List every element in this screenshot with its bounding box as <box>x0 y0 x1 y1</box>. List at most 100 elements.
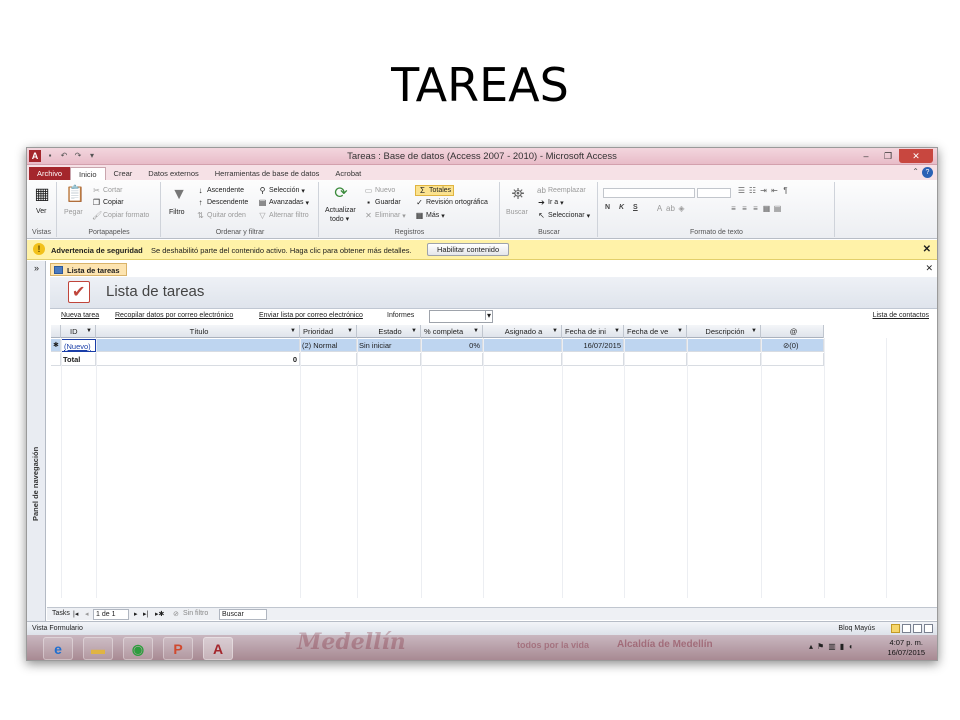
select-all-cell[interactable] <box>51 325 61 338</box>
tab-crear[interactable]: Crear <box>106 167 141 180</box>
nueva-tarea-link[interactable]: Nueva tarea <box>61 312 99 319</box>
actualizar-todo-label[interactable]: todo ▾ <box>330 215 349 224</box>
color-buttons[interactable]: Aab ◈ <box>655 204 686 213</box>
maximize-icon[interactable]: ❐ <box>877 149 899 163</box>
ascendente-button[interactable]: ↓ Ascendente <box>196 186 244 195</box>
expand-pane-icon[interactable]: » <box>27 263 46 273</box>
col-adjuntos[interactable]: @ <box>761 325 824 338</box>
refresh-icon[interactable]: ⟳ <box>330 183 352 205</box>
reemplazar-button[interactable]: ab Reemplazar <box>537 186 586 195</box>
pegar-button[interactable]: Pegar <box>64 209 83 216</box>
avanzadas-button[interactable]: ▤ Avanzadas ▾ <box>258 198 309 207</box>
revision-button[interactable]: ✓ Revisión ortográfica <box>415 198 488 207</box>
col-fecha-inicio[interactable]: Fecha de ini ▼ <box>562 325 624 338</box>
col-prioridad[interactable]: Prioridad ▼ <box>300 325 357 338</box>
totales-button[interactable]: Σ Totales <box>415 185 455 196</box>
new-record-row[interactable]: ✱ (Nuevo) (2) Normal Sin iniciar 0% 16/0… <box>51 339 824 352</box>
tab-acrobat[interactable]: Acrobat <box>327 167 369 180</box>
actualizar-button[interactable]: Actualizar <box>325 207 356 214</box>
no-filter-icon[interactable]: ⊘ <box>173 610 179 618</box>
align-buttons[interactable]: ≡ ≡ ≡ ▦ ▤ <box>729 204 782 213</box>
help-icon[interactable]: ? <box>922 167 933 178</box>
close-bar-icon[interactable]: ✕ <box>923 244 931 255</box>
ir-a-button[interactable]: ➔ Ir a ▾ <box>537 198 564 207</box>
document-tab[interactable]: Lista de tareas <box>50 263 127 276</box>
layout-view-icon[interactable] <box>913 624 922 633</box>
adjuntos-cell[interactable]: ⊘(0) <box>761 339 824 352</box>
prioridad-cell[interactable]: (2) Normal <box>300 339 357 352</box>
minimize-ribbon-icon[interactable]: ⌃ <box>912 167 919 176</box>
access-taskbar-icon[interactable]: A <box>203 637 233 660</box>
font-name-combo[interactable] <box>603 188 695 198</box>
col-id[interactable]: ID ▼ <box>61 325 96 338</box>
datasheet-view-icon[interactable] <box>902 624 911 633</box>
chrome-icon[interactable]: ◉ <box>123 637 153 660</box>
enable-content-button[interactable]: Habilitar contenido <box>427 243 510 256</box>
col-fecha-venc[interactable]: Fecha de ve ▼ <box>624 325 687 338</box>
alternar-filtro-button[interactable]: ▽ Alternar filtro <box>258 211 308 220</box>
seleccion-button[interactable]: ⚲ Selección ▾ <box>258 186 305 195</box>
fecha-inicio-cell[interactable]: 16/07/2015 <box>562 339 624 352</box>
copiar-button[interactable]: ❐ Copiar <box>92 198 124 207</box>
bold-button[interactable]: N <box>605 204 610 211</box>
paste-icon[interactable]: 📋 <box>64 184 86 206</box>
filtro-button[interactable]: Filtro <box>169 209 185 216</box>
tab-archivo[interactable]: Archivo <box>29 167 71 180</box>
signal-icon[interactable]: ▮ <box>840 642 848 651</box>
search-input[interactable]: Buscar <box>219 609 267 620</box>
form-view-icon[interactable] <box>891 624 900 633</box>
list-buttons[interactable]: ☰ ☷ ⇥ ⇤ ¶ <box>737 186 790 195</box>
folder-icon[interactable]: ▬ <box>83 637 113 660</box>
descendente-button[interactable]: ↑ Descendente <box>196 198 249 207</box>
titulo-cell[interactable] <box>96 339 300 352</box>
font-size-combo[interactable] <box>697 188 731 198</box>
seleccionar-button[interactable]: ↖ Seleccionar ▾ <box>537 211 590 220</box>
asignado-cell[interactable] <box>483 339 562 352</box>
col-descripcion[interactable]: Descripción ▼ <box>687 325 761 338</box>
tab-herramientas[interactable]: Herramientas de base de datos <box>207 167 328 180</box>
close-icon[interactable]: ✕ <box>899 149 933 163</box>
buscar-button[interactable]: Buscar <box>506 209 528 216</box>
record-position[interactable]: 1 de 1 <box>93 609 129 620</box>
tab-datos-externos[interactable]: Datos externos <box>140 167 206 180</box>
descripcion-cell[interactable] <box>687 339 761 352</box>
eliminar-button[interactable]: ✕ Eliminar ▾ <box>364 211 406 220</box>
navigation-pane[interactable]: » Panel de navegación <box>27 261 46 621</box>
estado-cell[interactable]: Sin iniciar <box>357 339 421 352</box>
flag-icon[interactable]: ⚑ <box>817 642 828 651</box>
quitar-orden-button[interactable]: ⇅ Quitar orden <box>196 211 246 220</box>
guardar-button[interactable]: ▪ Guardar <box>364 198 401 207</box>
mas-button[interactable]: ▦ Más ▾ <box>415 211 445 220</box>
tab-inicio[interactable]: Inicio <box>70 167 106 180</box>
col-titulo[interactable]: Título ▼ <box>96 325 300 338</box>
completa-cell[interactable]: 0% <box>421 339 483 352</box>
col-asignado[interactable]: Asignado a ▼ <box>483 325 562 338</box>
internet-explorer-icon[interactable]: e <box>43 637 73 660</box>
last-record-icon[interactable]: ▸| <box>143 610 148 618</box>
cortar-button[interactable]: ✂ Cortar <box>92 186 122 195</box>
ver-button[interactable]: Ver <box>36 208 47 215</box>
volume-icon[interactable]: ◖ <box>848 642 857 651</box>
next-record-icon[interactable]: ▸ <box>134 610 138 618</box>
network-icon[interactable]: ▥ <box>828 642 840 651</box>
fecha-venc-cell[interactable] <box>624 339 687 352</box>
view-icon[interactable]: ▦ <box>31 184 53 206</box>
enviar-link[interactable]: Enviar lista por correo electrónico <box>259 312 363 319</box>
col-estado[interactable]: Estado ▼ <box>357 325 421 338</box>
binoculars-icon[interactable]: ⛯ <box>507 184 529 206</box>
design-view-icon[interactable] <box>924 624 933 633</box>
filter-icon[interactable]: ▼ <box>168 184 190 206</box>
first-record-icon[interactable]: |◂ <box>73 610 78 618</box>
recopilar-link[interactable]: Recopilar datos por correo electrónico <box>115 312 233 319</box>
informes-combo[interactable] <box>429 310 493 323</box>
new-id-cell[interactable]: (Nuevo) <box>61 339 96 352</box>
clock[interactable]: 4:07 p. m. 16/07/2015 <box>887 638 925 658</box>
nuevo-button[interactable]: ▭ Nuevo <box>364 186 396 195</box>
close-document-icon[interactable]: ✕ <box>925 263 933 274</box>
tray-up-icon[interactable]: ▴ <box>809 642 817 651</box>
italic-button[interactable]: K <box>619 204 624 211</box>
copiar-formato-button[interactable]: 🖌 Copiar formato <box>92 211 149 220</box>
total-value[interactable]: 0 <box>96 353 300 366</box>
prev-record-icon[interactable]: ◂ <box>85 610 89 618</box>
minimize-icon[interactable]: – <box>855 149 877 163</box>
